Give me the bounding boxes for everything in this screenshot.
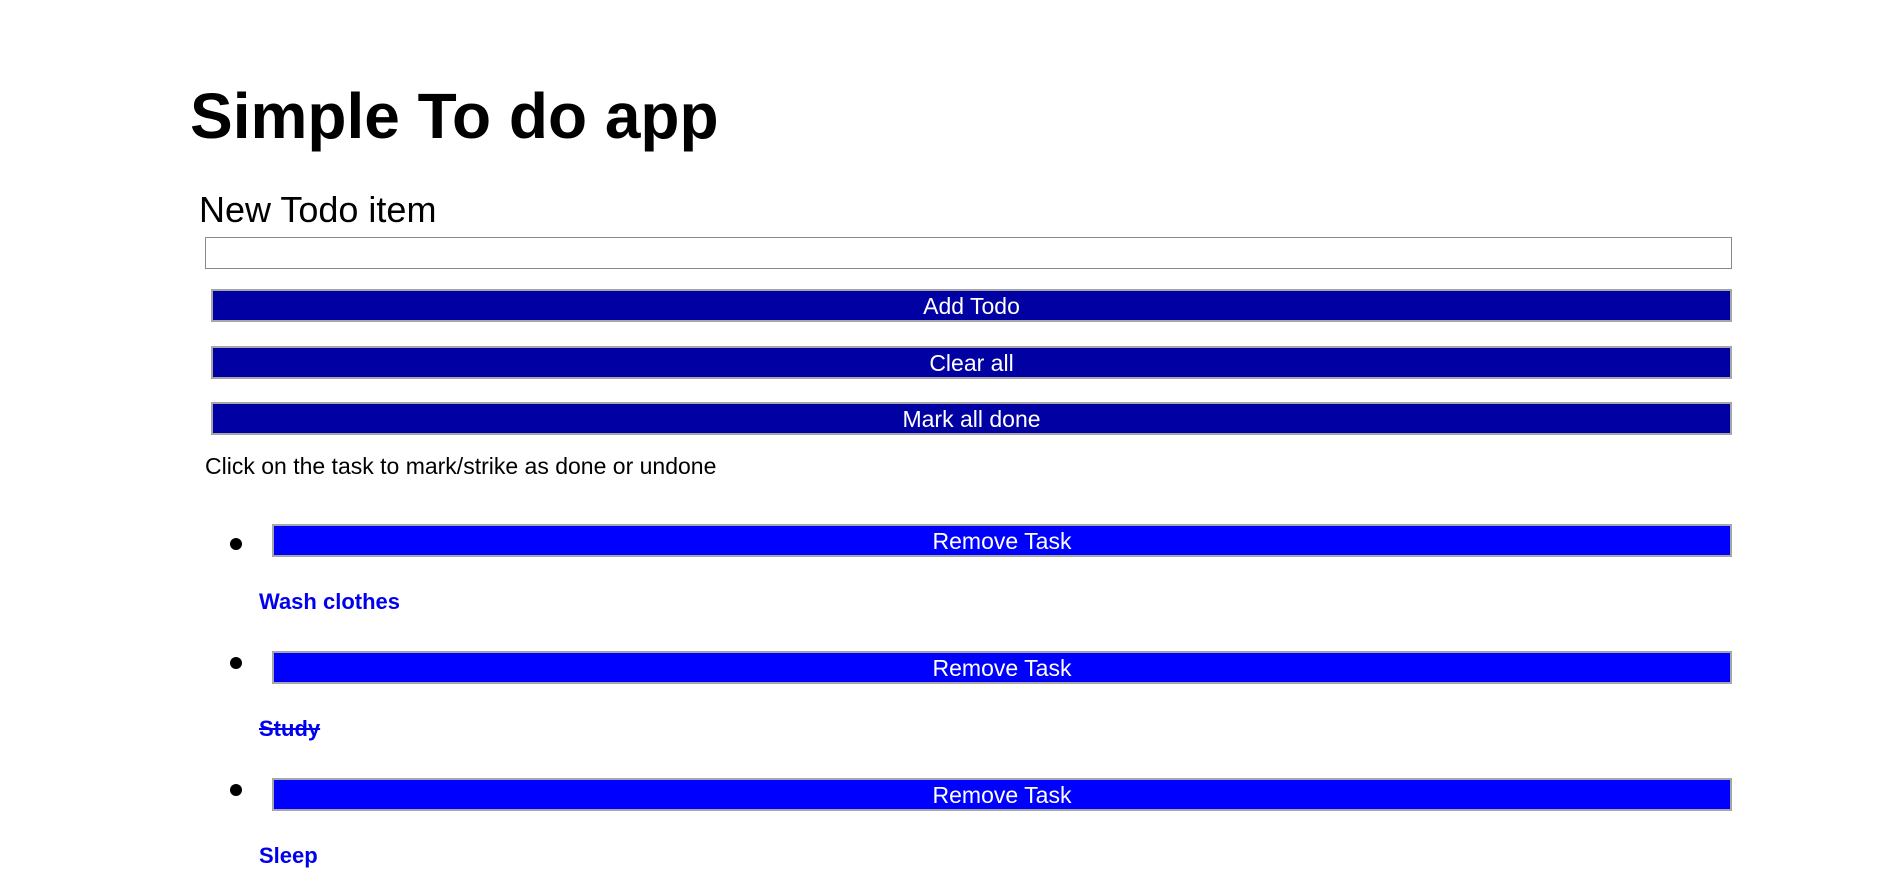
new-todo-input[interactable]: [205, 237, 1732, 269]
instruction-text: Click on the task to mark/strike as done…: [205, 453, 717, 479]
task-name[interactable]: Wash clothes: [259, 589, 400, 615]
bullet-icon: [230, 784, 242, 796]
bullet-icon: [230, 538, 242, 550]
remove-task-button[interactable]: Remove Task: [272, 651, 1732, 684]
bullet-icon: [230, 657, 242, 669]
task-name[interactable]: Sleep: [259, 843, 318, 869]
new-todo-label: New Todo item: [199, 189, 437, 230]
mark-all-done-button[interactable]: Mark all done: [211, 402, 1732, 435]
clear-all-button[interactable]: Clear all: [211, 346, 1732, 379]
task-name[interactable]: Study: [259, 716, 320, 742]
remove-task-button[interactable]: Remove Task: [272, 778, 1732, 811]
add-todo-button[interactable]: Add Todo: [211, 289, 1732, 322]
app-title: Simple To do app: [190, 80, 719, 152]
remove-task-button[interactable]: Remove Task: [272, 524, 1732, 557]
page: Simple To do app New Todo item Add Todo …: [0, 0, 1884, 881]
